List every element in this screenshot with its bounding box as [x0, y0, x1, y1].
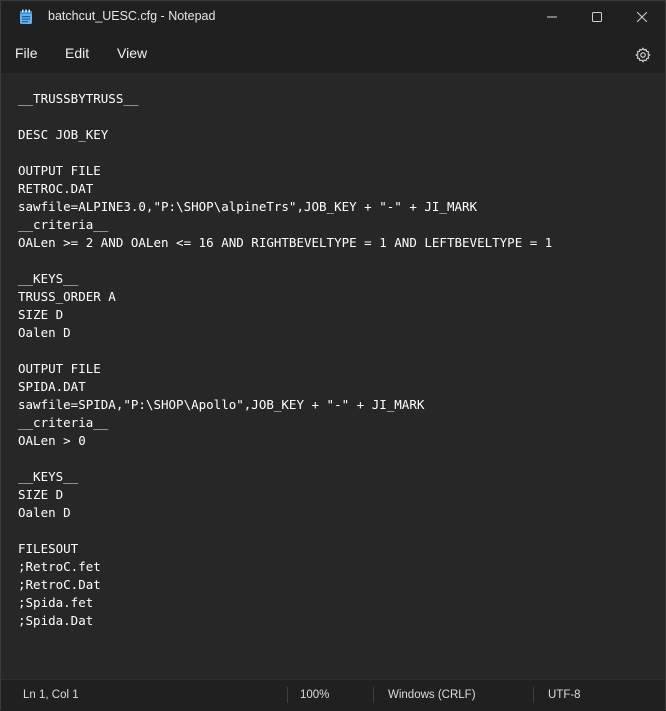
- zoom-level[interactable]: 100%: [300, 689, 329, 701]
- editor-line: OALen > 0: [18, 433, 86, 448]
- editor-line: __KEYS__: [18, 271, 79, 286]
- editor-line: OUTPUT FILE: [18, 163, 101, 178]
- menu-view[interactable]: View: [117, 45, 147, 61]
- editor-line: ;RetroC.Dat: [18, 577, 101, 592]
- editor-line: ;RetroC.fet: [18, 559, 101, 574]
- editor-line: OALen >= 2 AND OALen <= 16 AND RIGHTBEVE…: [18, 235, 553, 250]
- status-bar: Ln 1, Col 1 100% Windows (CRLF) UTF-8: [1, 679, 665, 711]
- editor-line: __criteria__: [18, 217, 109, 232]
- menu-edit[interactable]: Edit: [65, 45, 89, 61]
- settings-button[interactable]: [631, 43, 655, 67]
- maximize-button[interactable]: [574, 1, 620, 33]
- status-divider: [533, 687, 534, 703]
- line-ending[interactable]: Windows (CRLF): [388, 689, 476, 701]
- editor-line: __criteria__: [18, 415, 109, 430]
- minimize-icon: [547, 16, 557, 18]
- editor-line: sawfile=SPIDA,"P:\SHOP\Apollo",JOB_KEY +…: [18, 397, 425, 412]
- editor-line: __TRUSSBYTRUSS__: [18, 91, 139, 106]
- status-divider: [287, 687, 288, 703]
- editor-line: SPIDA.DAT: [18, 379, 86, 394]
- encoding[interactable]: UTF-8: [548, 689, 581, 701]
- cursor-position: Ln 1, Col 1: [23, 689, 79, 701]
- menu-file[interactable]: File: [15, 45, 38, 61]
- editor-line: RETROC.DAT: [18, 181, 94, 196]
- maximize-icon: [592, 12, 602, 22]
- title-bar[interactable]: batchcut_UESC.cfg - Notepad: [1, 1, 665, 33]
- editor-line: Oalen D: [18, 505, 71, 520]
- editor-line: __KEYS__: [18, 469, 79, 484]
- editor-line: ;Spida.Dat: [18, 613, 94, 628]
- editor-line: TRUSS_ORDER A: [18, 289, 116, 304]
- editor-line: OUTPUT FILE: [18, 361, 101, 376]
- notepad-window: batchcut_UESC.cfg - Notepad File Edit Vi…: [0, 0, 666, 711]
- minimize-button[interactable]: [529, 1, 575, 33]
- window-title: batchcut_UESC.cfg - Notepad: [48, 9, 216, 23]
- editor-line: FILESOUT: [18, 541, 79, 556]
- editor-content[interactable]: __TRUSSBYTRUSS__ DESC JOB_KEY OUTPUT FILE R…: [18, 90, 552, 630]
- close-icon: [637, 12, 647, 22]
- editor-line: Oalen D: [18, 325, 71, 340]
- notepad-icon: [20, 9, 32, 24]
- editor-line: SIZE D: [18, 307, 64, 322]
- editor-line: DESC JOB_KEY: [18, 127, 109, 142]
- editor-line: sawfile=ALPINE3.0,"P:\SHOP\alpineTrs",JO…: [18, 199, 478, 214]
- editor-line: SIZE D: [18, 487, 64, 502]
- gear-icon: [635, 47, 651, 63]
- status-divider: [373, 687, 374, 703]
- close-button[interactable]: [619, 1, 665, 33]
- editor-line: ;Spida.fet: [18, 595, 94, 610]
- text-editor[interactable]: __TRUSSBYTRUSS__ DESC JOB_KEY OUTPUT FILE R…: [1, 73, 665, 677]
- menu-bar: File Edit View: [1, 33, 665, 73]
